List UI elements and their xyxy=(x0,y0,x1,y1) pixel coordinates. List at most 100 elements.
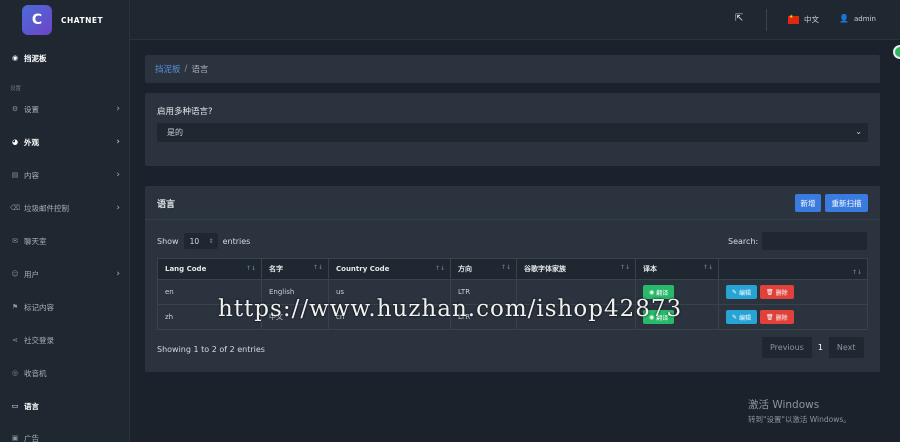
delete-button[interactable]: 🗑 删除 xyxy=(760,285,794,299)
breadcrumb: 挡泥板 / 语言 xyxy=(145,55,880,83)
ad-icon: ▣ xyxy=(11,434,19,442)
sidebar-item-content[interactable]: ▤ 内容 › xyxy=(0,165,130,185)
column-header[interactable]: Lang Code ↑↓ xyxy=(157,258,262,280)
header-divider xyxy=(766,9,767,31)
sidebar-item-label: 广告 xyxy=(24,433,39,442)
search-input[interactable] xyxy=(762,232,868,250)
add-language-button[interactable]: 新增 xyxy=(795,194,821,212)
edit-button[interactable]: ✎ 编辑 xyxy=(726,310,758,324)
sidebar-item-appearance[interactable]: ◕ 外观 › xyxy=(0,132,130,152)
sidebar-item-label: 标记内容 xyxy=(24,302,54,312)
sort-icon: ↑↓ xyxy=(619,264,630,271)
sidebar-item-label: 收音机 xyxy=(24,368,47,378)
sidebar-item-radio[interactable]: ◎ 收音机 xyxy=(0,363,130,383)
sidebar-item-label: 语言 xyxy=(24,401,39,411)
sort-icon: ↑↓ xyxy=(500,264,511,271)
breadcrumb-current: 语言 xyxy=(191,65,209,75)
multi-language-label: 启用多种语言? xyxy=(157,107,213,117)
pagination-page-1[interactable]: 1 xyxy=(811,337,829,358)
trash-icon: 🗑 xyxy=(766,288,774,296)
chevron-down-icon: ⌄ xyxy=(855,127,862,136)
sidebar-item-settings[interactable]: ⚙ 设置 › xyxy=(0,99,130,119)
table-info: Showing 1 to 2 of 2 entries xyxy=(157,345,265,354)
chat-icon: ✉ xyxy=(12,237,18,245)
breadcrumb-home-link[interactable]: 挡泥板 xyxy=(155,63,181,75)
column-header[interactable]: 方向 ↑↓ xyxy=(450,258,517,280)
sidebar-item-languages[interactable]: ▭ 语言 xyxy=(0,396,130,416)
rescan-button[interactable]: 重新扫描 xyxy=(825,194,868,212)
sidebar-item-dashboard[interactable]: ◉ 挡泥板 xyxy=(0,48,130,68)
sidebar-item-users[interactable]: ☺ 用户 › xyxy=(0,264,130,284)
users-icon: ☺ xyxy=(11,270,19,278)
sidebar-item-label: 设置 xyxy=(24,104,39,114)
dashboard-icon: ◉ xyxy=(11,54,19,62)
sort-icon: ↑↓ xyxy=(245,265,256,272)
spam-icon: ⌫ xyxy=(10,204,20,212)
page-length-control: Show 10 ⇕ entries xyxy=(157,233,250,249)
column-header[interactable]: 译本 ↑↓ xyxy=(635,258,719,280)
sidebar: C CHATNET ◉ 挡泥板 设置 ⚙ 设置 › ◕ 外观 › ▤ 内容 › … xyxy=(0,0,130,442)
entries-label: entries xyxy=(222,236,251,246)
sort-icon: ↑↓ xyxy=(851,269,862,276)
chevron-right-icon: › xyxy=(116,104,120,114)
table-search: Search: xyxy=(728,232,868,250)
chevron-right-icon: › xyxy=(116,269,120,279)
sidebar-item-label: 外观 xyxy=(24,137,39,147)
table-header-row: Lang Code ↑↓ 名字 ↑↓ Country Code ↑↓ 方向 ↑↓ 谷歌字… xyxy=(157,258,868,280)
user-menu[interactable]: 👤 admin xyxy=(839,14,876,23)
sidebar-item-ads[interactable]: ▣ 广告 xyxy=(0,428,130,442)
sort-icon: ↑↓ xyxy=(312,264,323,271)
content-icon: ▤ xyxy=(11,171,19,179)
pagination-next[interactable]: Next xyxy=(829,337,864,358)
edit-icon: ✎ xyxy=(732,313,738,321)
sidebar-item-label: 社交登录 xyxy=(24,335,54,345)
eye-icon: ◉ xyxy=(649,288,655,296)
logo[interactable]: C CHATNET xyxy=(0,0,129,40)
pagination-previous[interactable]: Previous xyxy=(762,337,812,358)
radio-icon: ◎ xyxy=(11,369,19,377)
sidebar-item-label: 垃圾邮件控制 xyxy=(24,203,69,213)
edit-button[interactable]: ✎ 编辑 xyxy=(726,285,758,299)
sidebar-item-flagged-content[interactable]: ⚑ 标记内容 xyxy=(0,297,130,317)
column-header[interactable]: 名字 ↑↓ xyxy=(261,258,329,280)
floating-status-dot[interactable] xyxy=(893,45,900,59)
chevron-updown-icon: ⇕ xyxy=(208,237,214,245)
pagination: Previous 1 Next xyxy=(762,337,864,358)
flag-icon: ⚑ xyxy=(11,303,19,311)
external-link-icon[interactable]: ⇱ xyxy=(735,13,743,24)
chevron-right-icon: › xyxy=(116,137,120,147)
column-header[interactable]: 谷歌字体家族 ↑↓ xyxy=(516,258,636,280)
entries-value: 10 xyxy=(189,236,200,246)
sidebar-item-label: 挡泥板 xyxy=(24,53,47,63)
palette-icon: ◕ xyxy=(11,138,19,146)
windows-activation-subtitle: 转到"设置"以激活 Windows。 xyxy=(748,415,851,424)
language-label: 中文 xyxy=(804,15,819,24)
languages-card-header: 语言 新增 重新扫描 xyxy=(145,186,880,220)
breadcrumb-separator: / xyxy=(184,64,188,74)
windows-activation-title: 激活 Windows xyxy=(748,399,820,411)
sidebar-item-spam-control[interactable]: ⌫ 垃圾邮件控制 › xyxy=(0,198,130,218)
column-header[interactable]: Country Code ↑↓ xyxy=(328,258,451,280)
languages-title: 语言 xyxy=(157,200,176,210)
app-name: CHATNET xyxy=(61,15,104,25)
top-header: ⇱ 中文 👤 admin xyxy=(130,0,900,40)
multi-language-card: 启用多种语言? 是的 ⌄ xyxy=(145,93,880,166)
languages-card: 语言 新增 重新扫描 Show 10 ⇕ entries Search: Lan… xyxy=(145,186,880,372)
column-header[interactable]: ↑↓ xyxy=(718,258,868,280)
sidebar-item-social-login[interactable]: ⋖ 社交登录 xyxy=(0,330,130,350)
sidebar-item-chatrooms[interactable]: ✉ 聊天室 xyxy=(0,231,130,251)
cell-actions: ✎ 编辑 🗑 删除 xyxy=(718,304,868,330)
delete-button[interactable]: 🗑 删除 xyxy=(760,310,794,324)
share-icon: ⋖ xyxy=(12,336,18,344)
entries-select[interactable]: 10 ⇕ xyxy=(183,233,218,249)
sidebar-item-label: 聊天室 xyxy=(24,236,47,246)
sort-icon: ↑↓ xyxy=(434,265,445,272)
show-label: Show xyxy=(157,236,179,246)
user-icon: 👤 xyxy=(839,14,849,23)
logo-icon: C xyxy=(22,5,52,35)
multi-language-select[interactable]: 是的 ⌄ xyxy=(157,123,868,142)
language-icon: ▭ xyxy=(11,402,19,410)
language-switcher[interactable]: 中文 xyxy=(788,14,819,25)
sort-icon: ↑↓ xyxy=(702,264,713,271)
china-flag-icon xyxy=(788,14,799,24)
